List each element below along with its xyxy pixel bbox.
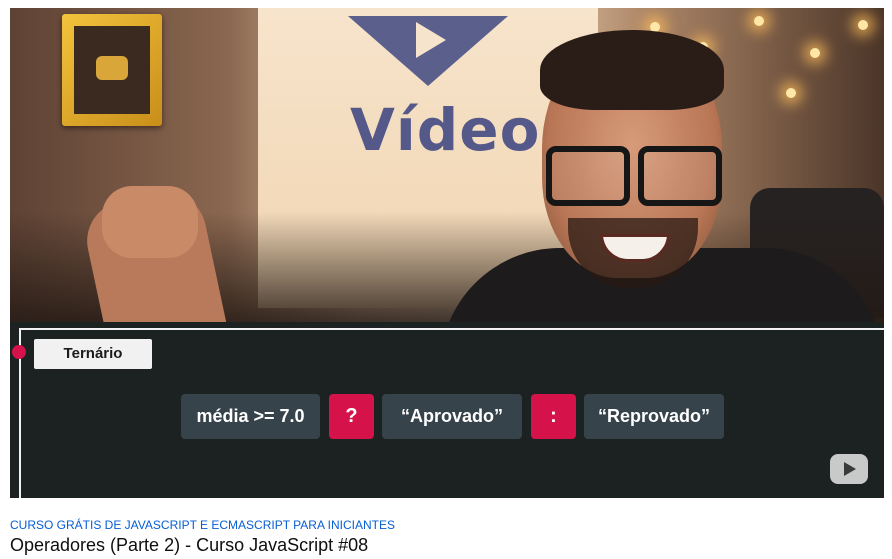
token-false-value: “Reprovado” <box>584 394 724 439</box>
presenter-hair <box>540 30 724 110</box>
lamp-bulb <box>786 88 796 98</box>
play-icon[interactable] <box>830 454 868 484</box>
lamp-bulb <box>810 48 820 58</box>
code-panel: Ternário média >= 7.0 ? “Aprovado” : “Re… <box>10 322 884 498</box>
pointing-hand <box>102 186 198 258</box>
token-true-value: “Aprovado” <box>382 394 522 439</box>
logo-play-icon <box>416 22 446 58</box>
token-colon-operator: : <box>531 394 576 439</box>
token-condition: média >= 7.0 <box>181 394 320 439</box>
video-card: Vídeo Ternário média >= 7.0 ? “Aprovado”… <box>0 0 892 559</box>
topic-tag: Ternário <box>34 339 152 369</box>
playlist-link[interactable]: CURSO GRÁTIS DE JAVASCRIPT E ECMASCRIPT … <box>10 518 395 532</box>
panel-marker-dot <box>12 345 26 359</box>
lamp-bulb <box>754 16 764 26</box>
play-button-award-plaque <box>62 14 162 126</box>
thumbnail-photo: Vídeo <box>10 8 884 322</box>
glasses <box>540 146 724 206</box>
logo-text: Vídeo <box>350 96 541 164</box>
lamp-bulb <box>858 20 868 30</box>
video-thumbnail[interactable]: Vídeo Ternário média >= 7.0 ? “Aprovado”… <box>10 8 884 498</box>
video-title[interactable]: Operadores (Parte 2) - Curso JavaScript … <box>10 535 368 556</box>
token-question-operator: ? <box>329 394 374 439</box>
